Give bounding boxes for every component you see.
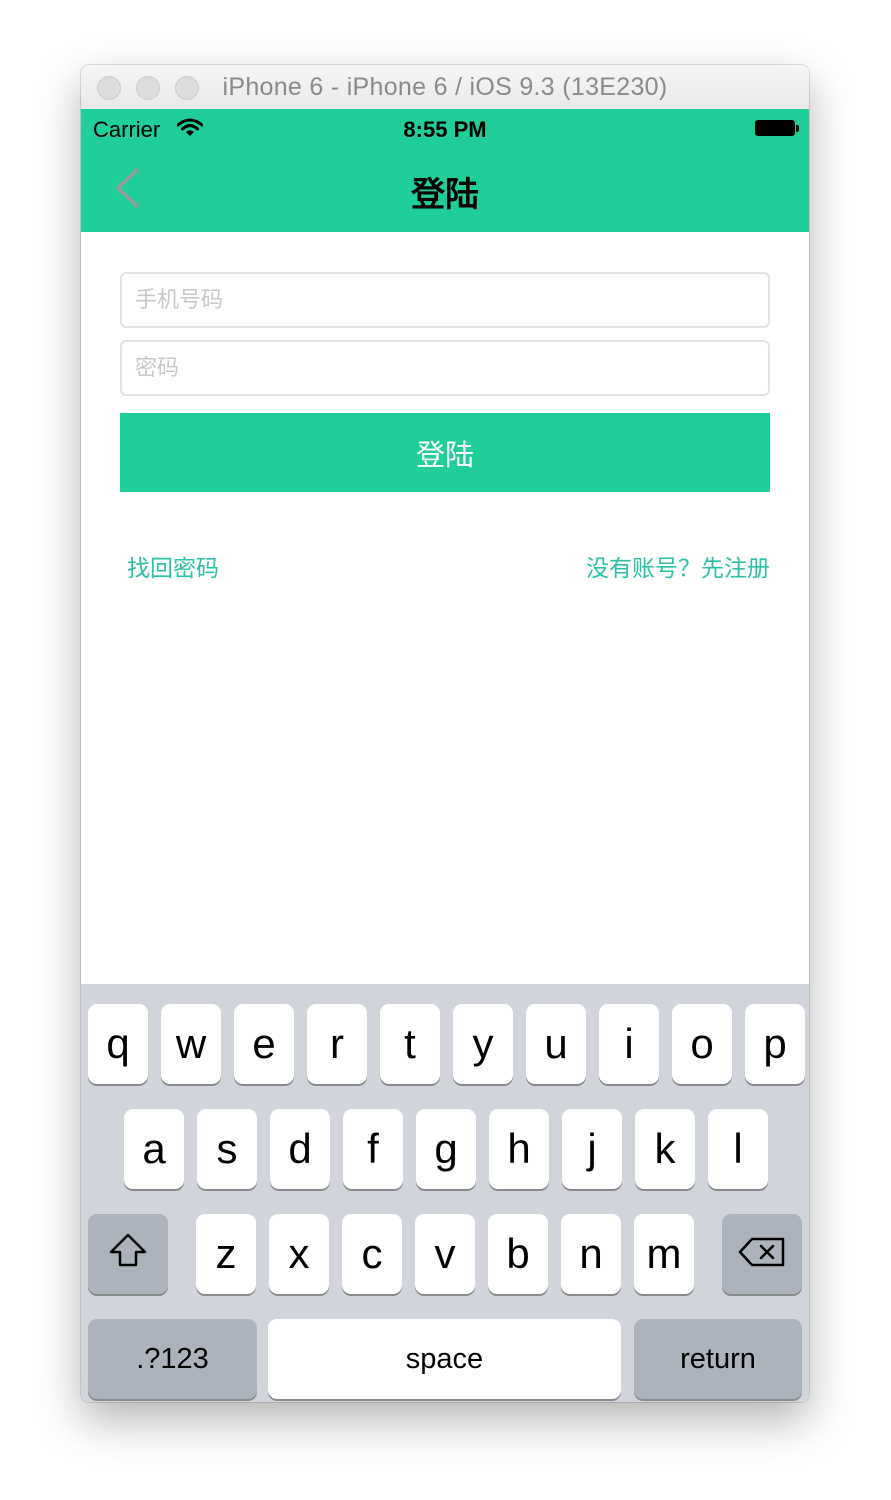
space-key[interactable]: space — [268, 1319, 621, 1399]
page-title: 登陆 — [411, 176, 479, 214]
key-q[interactable]: q — [88, 1004, 148, 1084]
key-e[interactable]: e — [234, 1004, 294, 1084]
key-x[interactable]: x — [269, 1214, 329, 1294]
status-bar: Carrier 8:55 PM — [81, 109, 809, 149]
key-c[interactable]: c — [342, 1214, 402, 1294]
window-titlebar: iPhone 6 - iPhone 6 / iOS 9.3 (13E230) — [81, 65, 809, 110]
key-s[interactable]: s — [197, 1109, 257, 1189]
delete-key[interactable] — [722, 1214, 802, 1294]
numbers-key[interactable]: .?123 — [88, 1319, 257, 1399]
key-l[interactable]: l — [708, 1109, 768, 1189]
password-input[interactable] — [120, 340, 770, 396]
key-n[interactable]: n — [561, 1214, 621, 1294]
backspace-icon — [738, 1230, 786, 1278]
key-t[interactable]: t — [380, 1004, 440, 1084]
key-u[interactable]: u — [526, 1004, 586, 1084]
key-i[interactable]: i — [599, 1004, 659, 1084]
key-v[interactable]: v — [415, 1214, 475, 1294]
key-o[interactable]: o — [672, 1004, 732, 1084]
key-r[interactable]: r — [307, 1004, 367, 1084]
key-z[interactable]: z — [196, 1214, 256, 1294]
return-key[interactable]: return — [634, 1319, 802, 1399]
simulator-window: iPhone 6 - iPhone 6 / iOS 9.3 (13E230) C… — [81, 65, 809, 1402]
status-time: 8:55 PM — [403, 117, 487, 142]
key-m[interactable]: m — [634, 1214, 694, 1294]
key-y[interactable]: y — [453, 1004, 513, 1084]
key-a[interactable]: a — [124, 1109, 184, 1189]
navigation-bar: Carrier 8:55 PM 登陆 — [81, 109, 809, 232]
shift-key[interactable] — [88, 1214, 168, 1294]
key-k[interactable]: k — [635, 1109, 695, 1189]
key-f[interactable]: f — [343, 1109, 403, 1189]
window-title: iPhone 6 - iPhone 6 / iOS 9.3 (13E230) — [222, 73, 668, 101]
keyboard: qwertyuiop asdfghjkl z x c v b n m .?123… — [81, 984, 809, 1402]
login-button[interactable]: 登陆 — [120, 413, 770, 492]
phone-screen: Carrier 8:55 PM 登陆 手机号码 登陆 找回密码 没有账号？先注册… — [81, 109, 809, 1402]
key-w[interactable]: w — [161, 1004, 221, 1084]
battery-icon — [755, 120, 795, 136]
key-p[interactable]: p — [745, 1004, 805, 1084]
key-d[interactable]: d — [270, 1109, 330, 1189]
phone-number-input[interactable] — [120, 272, 770, 328]
shift-icon — [108, 1230, 148, 1278]
register-link[interactable]: 没有账号？先注册 — [586, 549, 770, 583]
forgot-password-link[interactable]: 找回密码 — [127, 549, 219, 583]
key-g[interactable]: g — [416, 1109, 476, 1189]
key-b[interactable]: b — [488, 1214, 548, 1294]
key-h[interactable]: h — [489, 1109, 549, 1189]
battery-tip — [796, 125, 799, 132]
key-j[interactable]: j — [562, 1109, 622, 1189]
